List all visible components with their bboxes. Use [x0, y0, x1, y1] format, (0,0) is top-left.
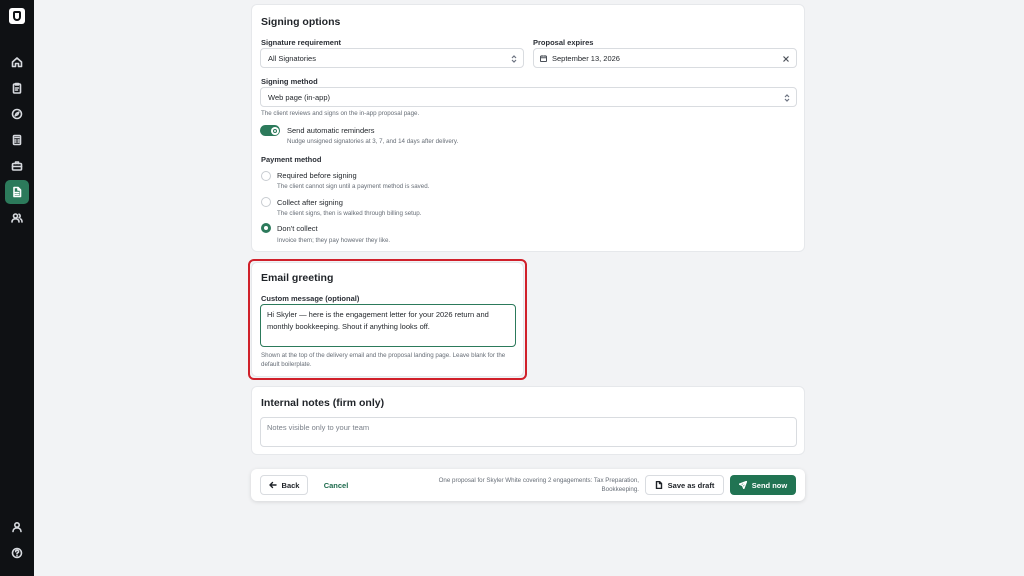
- internal-notes-title: Internal notes (firm only): [261, 397, 385, 409]
- sidebar-item-clipboard[interactable]: [5, 76, 29, 100]
- help-icon: [11, 547, 23, 559]
- send-now-label: Send now: [751, 480, 788, 490]
- signing-method-label: Signing method: [261, 77, 318, 86]
- reminders-help: Nudge unsigned signatories at 3, 7, and …: [287, 138, 459, 145]
- sidebar-item-account[interactable]: [5, 515, 29, 539]
- signing-method-help: The client reviews and signs on the in-a…: [261, 110, 420, 117]
- compass-icon: [11, 108, 23, 120]
- internal-notes-card: Internal notes (firm only) Notes visible…: [251, 386, 805, 455]
- payment-option-required-label: Required before signing: [277, 171, 357, 180]
- clipboard-icon: [12, 82, 22, 94]
- signature-requirement-label: Signature requirement: [261, 38, 342, 47]
- payment-option-after-help: The client signs, then is walked through…: [277, 210, 422, 217]
- home-icon: [11, 57, 23, 68]
- payment-option-none-help: Invoice them; they pay however they like…: [277, 237, 391, 244]
- proposal-expires-value: September 13, 2026: [552, 53, 620, 63]
- chevron-updown-icon: [511, 55, 517, 63]
- arrow-left-icon: [268, 481, 277, 489]
- calculator-icon: [12, 134, 22, 146]
- reminders-label: Send automatic reminders: [287, 126, 375, 135]
- app-logo[interactable]: [9, 8, 25, 24]
- send-now-button[interactable]: Send now: [730, 475, 796, 495]
- back-button[interactable]: Back: [260, 475, 308, 495]
- proposal-summary: One proposal for Skyler White covering 2…: [438, 477, 639, 493]
- signature-requirement-select[interactable]: All Signatories: [260, 48, 524, 68]
- internal-notes-textarea[interactable]: Notes visible only to your team: [260, 417, 797, 447]
- custom-message-label: Custom message (optional): [261, 294, 360, 303]
- sidebar-item-compass[interactable]: [5, 102, 29, 126]
- signing-method-select[interactable]: Web page (in-app): [260, 87, 797, 107]
- custom-message-help: Shown at the top of the delivery email a…: [261, 352, 506, 368]
- save-draft-label: Save as draft: [667, 480, 715, 490]
- sidebar-item-help[interactable]: [5, 541, 29, 565]
- email-greeting-card: Email greeting Custom message (optional)…: [251, 262, 524, 377]
- sidebar-item-proposals[interactable]: [5, 180, 29, 204]
- user-icon: [12, 521, 22, 533]
- proposal-expires-label: Proposal expires: [533, 38, 594, 47]
- signing-options-card: Signing options Signature requirement Al…: [251, 4, 805, 252]
- payment-option-none-radio[interactable]: [261, 223, 271, 233]
- payment-option-none-label: Don't collect: [277, 224, 318, 233]
- users-icon: [11, 213, 23, 223]
- sidebar-item-calculator[interactable]: [5, 128, 29, 152]
- payment-option-after-radio[interactable]: [261, 197, 271, 207]
- action-bar: Back Cancel One proposal for Skyler Whit…: [251, 469, 805, 501]
- payment-option-required-radio[interactable]: [261, 171, 271, 181]
- save-draft-button[interactable]: Save as draft: [645, 475, 724, 495]
- payment-option-after-label: Collect after signing: [277, 198, 343, 207]
- sidebar-item-briefcase[interactable]: [5, 154, 29, 178]
- back-button-label: Back: [281, 480, 300, 490]
- signature-requirement-value: All Signatories: [268, 53, 316, 63]
- custom-message-textarea[interactable]: Hi Skyler — here is the engagement lette…: [260, 304, 516, 347]
- sidebar: [0, 0, 34, 576]
- document-icon: [13, 186, 22, 198]
- payment-method-label: Payment method: [261, 155, 322, 164]
- reminders-toggle[interactable]: [260, 125, 280, 136]
- proposal-expires-date-field[interactable]: September 13, 2026: [533, 48, 797, 68]
- signing-method-value: Web page (in-app): [268, 92, 330, 102]
- briefcase-icon: [11, 161, 23, 171]
- document-icon: [655, 481, 662, 489]
- chevron-updown-icon: [784, 94, 790, 102]
- sidebar-item-clients[interactable]: [5, 206, 29, 230]
- cancel-button[interactable]: Cancel: [317, 475, 355, 495]
- sidebar-item-home[interactable]: [5, 50, 29, 74]
- email-greeting-title: Email greeting: [261, 272, 334, 284]
- calendar-icon: [540, 55, 547, 62]
- payment-option-required-help: The client cannot sign until a payment m…: [277, 183, 430, 190]
- signing-options-title: Signing options: [261, 16, 341, 28]
- send-icon: [738, 481, 747, 489]
- clear-date-icon[interactable]: [783, 56, 789, 62]
